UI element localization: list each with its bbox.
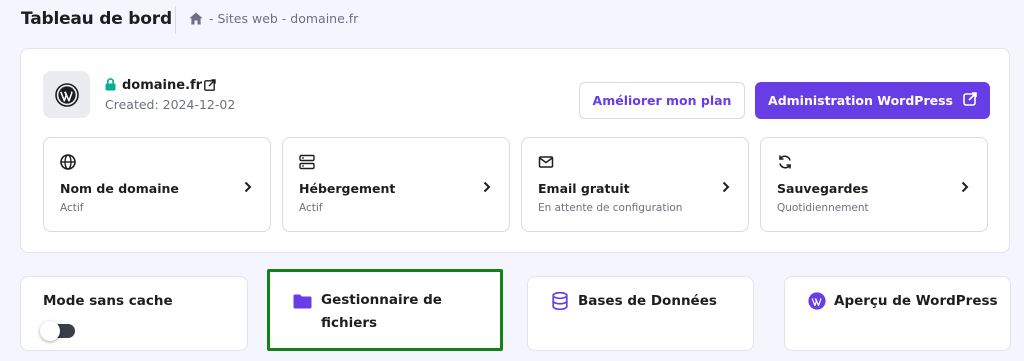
databases-title: Bases de Données (578, 293, 717, 309)
external-link-icon[interactable] (204, 76, 216, 95)
service-title: Email gratuit (538, 181, 630, 196)
databases-tile[interactable]: Bases de Données (527, 276, 754, 351)
file-manager-title-line2: fichiers (321, 315, 378, 331)
site-name-row: domaine.fr (105, 76, 216, 95)
wordpress-preview-title: Aperçu de WordPress (834, 293, 998, 309)
service-status: Actif (60, 202, 84, 214)
service-status: En attente de configuration (538, 202, 683, 214)
cache-mode-title: Mode sans cache (43, 293, 173, 309)
service-title: Nom de domaine (60, 181, 179, 196)
server-icon (299, 154, 315, 174)
service-card-hosting[interactable]: Hébergement Actif (282, 137, 510, 232)
service-card-domain[interactable]: Nom de domaine Actif (43, 137, 271, 232)
wordpress-icon (43, 71, 90, 118)
chevron-right-icon (244, 178, 252, 197)
upgrade-plan-button[interactable]: Améliorer mon plan (579, 82, 745, 119)
wordpress-icon (808, 292, 826, 314)
wordpress-admin-button[interactable]: Administration WordPress (755, 82, 990, 119)
wordpress-admin-label: Administration WordPress (768, 93, 953, 108)
file-manager-tile[interactable]: Gestionnaire de fichiers (267, 269, 503, 351)
cache-mode-toggle[interactable] (40, 321, 75, 341)
toggle-knob (40, 321, 60, 341)
header-divider (175, 6, 176, 34)
refresh-icon (777, 154, 793, 174)
service-status: Actif (299, 202, 323, 214)
chevron-right-icon (483, 178, 491, 197)
site-created-date: Created: 2024-12-02 (105, 97, 236, 112)
site-name-link[interactable]: domaine.fr (122, 78, 202, 93)
header: Tableau de bord - Sites web - domaine.fr (0, 0, 1024, 42)
cache-mode-tile: Mode sans cache (20, 276, 248, 351)
service-title: Hébergement (299, 181, 396, 196)
globe-icon (60, 154, 76, 174)
folder-icon (293, 294, 312, 313)
service-title: Sauvegardes (777, 181, 869, 196)
breadcrumb: - Sites web - domaine.fr (189, 11, 358, 26)
chevron-right-icon (961, 178, 969, 197)
service-card-email[interactable]: Email gratuit En attente de configuratio… (521, 137, 749, 232)
mail-icon (538, 154, 554, 174)
database-icon (552, 291, 568, 314)
breadcrumb-path: - Sites web - domaine.fr (209, 11, 359, 26)
chevron-right-icon (722, 178, 730, 197)
site-overview-card: domaine.fr Created: 2024-12-02 Améliorer… (20, 48, 1010, 253)
home-icon[interactable] (189, 12, 203, 25)
wordpress-preview-tile[interactable]: Aperçu de WordPress (784, 276, 1011, 351)
service-card-backups[interactable]: Sauvegardes Quotidiennement (760, 137, 988, 232)
lock-icon (105, 76, 116, 95)
file-manager-title-line1: Gestionnaire de (321, 292, 442, 308)
external-link-icon (963, 92, 977, 109)
page-title: Tableau de bord (21, 9, 172, 29)
service-status: Quotidiennement (777, 202, 869, 214)
upgrade-plan-label: Améliorer mon plan (592, 93, 732, 108)
